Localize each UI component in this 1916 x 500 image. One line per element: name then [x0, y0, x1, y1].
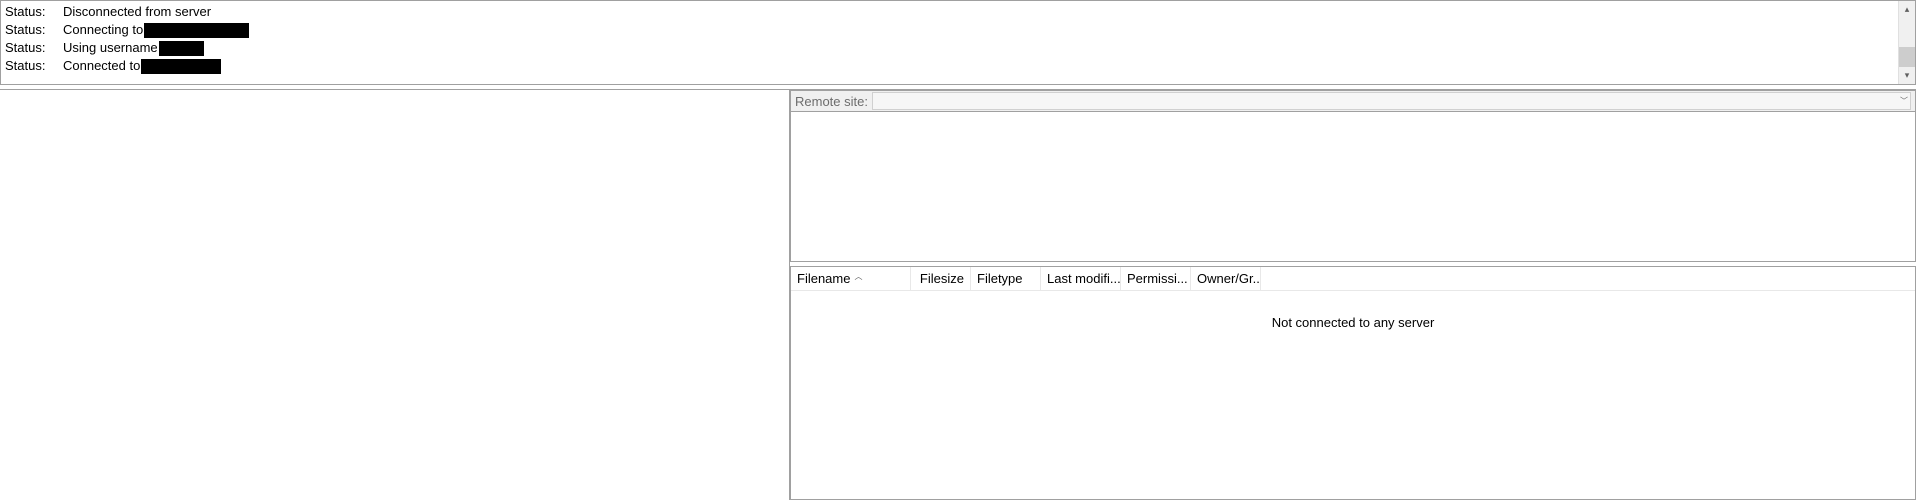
remote-site-bar: Remote site: ﹀ [790, 90, 1916, 112]
log-status-label: Status: [5, 57, 63, 75]
column-header-filename[interactable]: Filename ︿ [791, 267, 911, 290]
remote-site-combobox[interactable]: ﹀ [872, 92, 1911, 110]
redacted-text [144, 23, 249, 38]
scrollbar-thumb[interactable] [1899, 47, 1915, 67]
redacted-text [159, 41, 204, 56]
log-status-label: Status: [5, 21, 63, 39]
remote-pane: Remote site: ﹀ Filename ︿ Filesize Filet… [790, 90, 1916, 500]
local-pane-border [0, 89, 64, 92]
file-list-header: Filename ︿ Filesize Filetype Last modifi… [791, 267, 1915, 291]
not-connected-message: Not connected to any server [1272, 315, 1435, 330]
scroll-up-arrow-icon[interactable]: ▴ [1899, 1, 1915, 18]
log-status-label: Status: [5, 3, 63, 21]
remote-site-label: Remote site: [795, 94, 868, 109]
column-header-owner[interactable]: Owner/Gr... [1191, 267, 1261, 290]
remote-file-list: Filename ︿ Filesize Filetype Last modifi… [790, 266, 1916, 500]
log-message: Connecting to [63, 21, 143, 39]
log-message: Connected to [63, 57, 140, 75]
log-line: Status: Connecting to [5, 21, 1894, 39]
chevron-down-icon[interactable]: ﹀ [1900, 96, 1908, 107]
column-header-permissions[interactable]: Permissi... [1121, 267, 1191, 290]
column-header-modified[interactable]: Last modifi... [1041, 267, 1121, 290]
remote-directory-tree[interactable] [790, 112, 1916, 262]
main-area: Remote site: ﹀ Filename ︿ Filesize Filet… [0, 89, 1916, 500]
column-header-filetype[interactable]: Filetype [971, 267, 1041, 290]
redacted-text [141, 59, 221, 74]
file-list-body: Not connected to any server [791, 291, 1915, 499]
log-line: Status: Using username [5, 39, 1894, 57]
log-status-label: Status: [5, 39, 63, 57]
log-line: Status: Disconnected from server [5, 3, 1894, 21]
log-scrollbar[interactable]: ▴ ▾ [1898, 1, 1915, 84]
log-content: Status: Disconnected from server Status:… [1, 1, 1898, 84]
scroll-down-arrow-icon[interactable]: ▾ [1899, 67, 1915, 84]
log-message: Using username [63, 39, 158, 57]
sort-ascending-icon: ︿ [854, 271, 862, 282]
log-message: Disconnected from server [63, 3, 211, 21]
local-pane [0, 90, 790, 500]
column-header-filesize[interactable]: Filesize [911, 267, 971, 290]
column-label: Filename [797, 271, 850, 286]
message-log-panel: Status: Disconnected from server Status:… [0, 0, 1916, 85]
log-line: Status: Connected to [5, 57, 1894, 75]
